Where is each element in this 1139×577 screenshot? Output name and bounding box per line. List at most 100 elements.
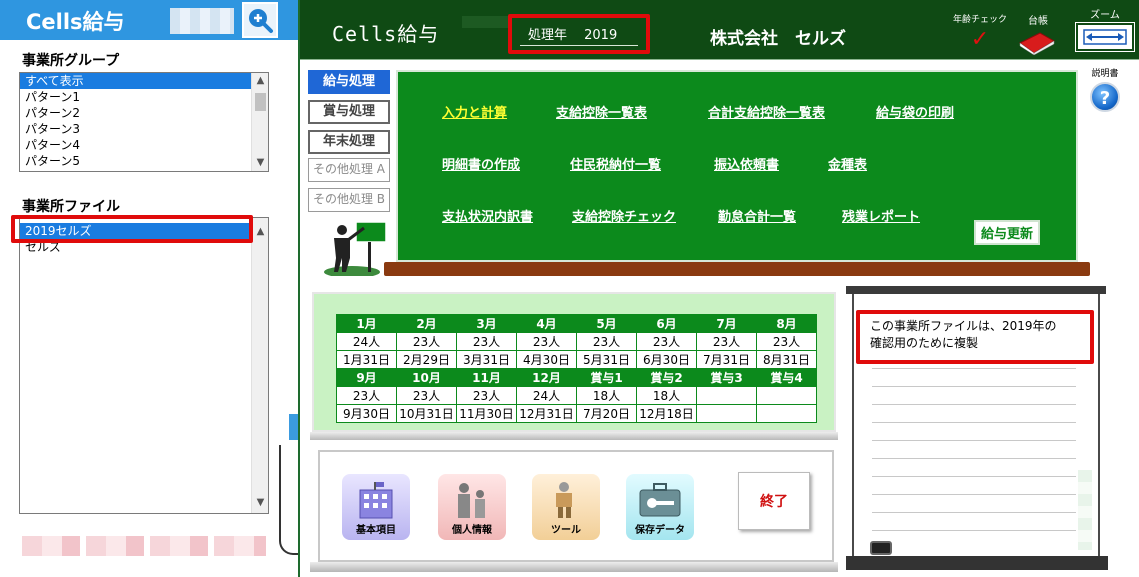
calendar-headcount[interactable]: 24人 — [336, 332, 397, 351]
calendar-headcount[interactable]: 23人 — [576, 332, 637, 351]
group-list-item[interactable]: すべて表示 — [20, 73, 268, 89]
calendar-pay-date[interactable]: 4月30日 — [516, 350, 577, 369]
calendar-month-header[interactable]: 4月 — [516, 314, 577, 333]
calendar-headcount[interactable]: 23人 — [456, 332, 517, 351]
calendar-pay-date[interactable]: 11月30日 — [456, 404, 517, 423]
calendar-headcount[interactable]: 23人 — [756, 332, 817, 351]
expand-arrows-icon — [1083, 29, 1127, 45]
calendar-pay-date[interactable]: 6月30日 — [636, 350, 697, 369]
menu-deduction-check[interactable]: 支給控除チェック — [572, 206, 676, 225]
scroll-thumb[interactable] — [255, 93, 266, 111]
calendar-headcount[interactable]: 23人 — [516, 332, 577, 351]
calendar-month-header[interactable]: 賞与2 — [636, 368, 697, 387]
calendar-month-header[interactable]: 10月 — [396, 368, 457, 387]
tab-other-a[interactable]: その他処理 A — [308, 158, 390, 182]
group-list-item[interactable]: パターン3 — [20, 121, 268, 137]
calendar-headcount[interactable]: 24人 — [516, 386, 577, 405]
zoom-toggle-button[interactable] — [1075, 22, 1135, 52]
calendar-pay-date[interactable] — [696, 404, 757, 423]
calendar-month-header[interactable]: 賞与3 — [696, 368, 757, 387]
calendar-headcount[interactable]: 23人 — [696, 332, 757, 351]
calendar-headcount[interactable]: 23人 — [456, 386, 517, 405]
menu-transfer-request[interactable]: 振込依頼書 — [714, 154, 779, 173]
calendar-month-header[interactable]: 賞与4 — [756, 368, 817, 387]
personal-info-button[interactable]: 個人情報 — [438, 474, 506, 540]
tab-year-end[interactable]: 年末処理 — [308, 130, 390, 154]
calendar-headcount[interactable]: 18人 — [576, 386, 637, 405]
help-button[interactable]: 説明書 ? — [1088, 66, 1122, 112]
group-list-item[interactable]: パターン4 — [20, 137, 268, 153]
calendar-pay-date[interactable]: 9月30日 — [336, 404, 397, 423]
age-check-button[interactable]: 年齢チェック ✓ — [952, 12, 1008, 52]
calendar-pay-date[interactable]: 12月31日 — [516, 404, 577, 423]
menu-attendance-total[interactable]: 勤怠合計一覧 — [718, 206, 796, 225]
basic-items-button[interactable]: 基本項目 — [342, 474, 410, 540]
group-list-scrollbar[interactable]: ▲ ▼ — [251, 73, 268, 171]
calendar-month-header[interactable]: 6月 — [636, 314, 697, 333]
tab-salary[interactable]: 給与処理 — [308, 70, 390, 94]
calendar-pay-date[interactable]: 12月18日 — [636, 404, 697, 423]
building-icon — [359, 482, 393, 519]
processing-year-field[interactable]: 処理年 2019 — [520, 26, 638, 46]
salary-update-button[interactable]: 給与更新 — [974, 220, 1041, 245]
scroll-down-icon[interactable]: ▼ — [252, 155, 268, 171]
file-list-scrollbar[interactable]: ▲ ▼ — [251, 218, 268, 513]
calendar-pay-date[interactable]: 2月29日 — [396, 350, 457, 369]
zoom-control[interactable]: ズーム — [1074, 6, 1136, 52]
check-mark-icon: ✓ — [970, 27, 990, 52]
scroll-up-icon[interactable]: ▲ — [252, 73, 268, 89]
saved-data-button[interactable]: 保存データ — [626, 474, 694, 540]
menu-print-envelope[interactable]: 給与袋の印刷 — [876, 102, 954, 121]
menu-payment-deduction-list[interactable]: 支給控除一覧表 — [556, 102, 647, 121]
group-listbox[interactable]: すべて表示 パターン1 パターン2 パターン3 パターン4 パターン5 ▲ ▼ — [19, 72, 269, 172]
menu-resident-tax[interactable]: 住民税納付一覧 — [570, 154, 661, 173]
calendar-month-header[interactable]: 5月 — [576, 314, 637, 333]
calendar-pay-date[interactable]: 1月31日 — [336, 350, 397, 369]
calendar-month-header[interactable]: 7月 — [696, 314, 757, 333]
calendar-month-header[interactable]: 2月 — [396, 314, 457, 333]
calendar-pay-date[interactable]: 10月31日 — [396, 404, 457, 423]
file-listbox[interactable]: 2019セルズ セルズ ▲ ▼ — [19, 217, 269, 514]
calendar-month-header[interactable]: 12月 — [516, 368, 577, 387]
note-line — [872, 440, 1076, 441]
calendar-month-header[interactable]: 9月 — [336, 368, 397, 387]
tab-bonus[interactable]: 賞与処理 — [308, 100, 390, 124]
calendar-headcount[interactable]: 23人 — [396, 332, 457, 351]
scroll-up-icon[interactable]: ▲ — [252, 224, 268, 240]
calendar-headcount[interactable]: 23人 — [636, 332, 697, 351]
calendar-pay-date[interactable]: 7月20日 — [576, 404, 637, 423]
calendar-pay-date[interactable]: 3月31日 — [456, 350, 517, 369]
exit-button[interactable]: 終了 — [738, 472, 810, 530]
calendar-headcount[interactable]: 23人 — [396, 386, 457, 405]
calendar-month-header[interactable]: 8月 — [756, 314, 817, 333]
group-list-item[interactable]: パターン1 — [20, 89, 268, 105]
calendar-month-header[interactable]: 3月 — [456, 314, 517, 333]
ledger-button[interactable]: 台帳 — [1018, 12, 1058, 55]
calendar-pay-date[interactable]: 5月31日 — [576, 350, 637, 369]
calendar-headcount[interactable]: 18人 — [636, 386, 697, 405]
group-list-item[interactable]: パターン2 — [20, 105, 268, 121]
redacted-area — [22, 536, 266, 556]
calendar-pay-date[interactable] — [756, 404, 817, 423]
menu-overtime-report[interactable]: 残業レポート — [842, 206, 920, 225]
menu-input-calculate[interactable]: 入力と計算 — [442, 102, 507, 121]
zoom-in-button[interactable] — [242, 2, 278, 38]
calendar-month-header[interactable]: 賞与1 — [576, 368, 637, 387]
scroll-down-icon[interactable]: ▼ — [252, 495, 268, 511]
tool-button[interactable]: ツール — [532, 474, 600, 540]
calendar-pay-date[interactable]: 7月31日 — [696, 350, 757, 369]
tab-other-b[interactable]: その他処理 B — [308, 188, 390, 212]
menu-payment-breakdown[interactable]: 支払状況内訳書 — [442, 206, 533, 225]
calendar-pay-date[interactable]: 8月31日 — [756, 350, 817, 369]
calendar-headcount[interactable] — [696, 386, 757, 405]
menu-create-statement[interactable]: 明細書の作成 — [442, 154, 520, 173]
calendar-month-header[interactable]: 1月 — [336, 314, 397, 333]
group-list-item[interactable]: パターン5 — [20, 153, 268, 169]
calendar-headcount[interactable]: 23人 — [336, 386, 397, 405]
menu-total-payment-list[interactable]: 合計支給控除一覧表 — [708, 102, 825, 121]
calendar-month-header[interactable]: 11月 — [456, 368, 517, 387]
menu-denomination[interactable]: 金種表 — [828, 154, 867, 173]
redacted-area — [170, 8, 234, 34]
calendar-headcount[interactable] — [756, 386, 817, 405]
personal-info-label: 個人情報 — [452, 525, 492, 536]
